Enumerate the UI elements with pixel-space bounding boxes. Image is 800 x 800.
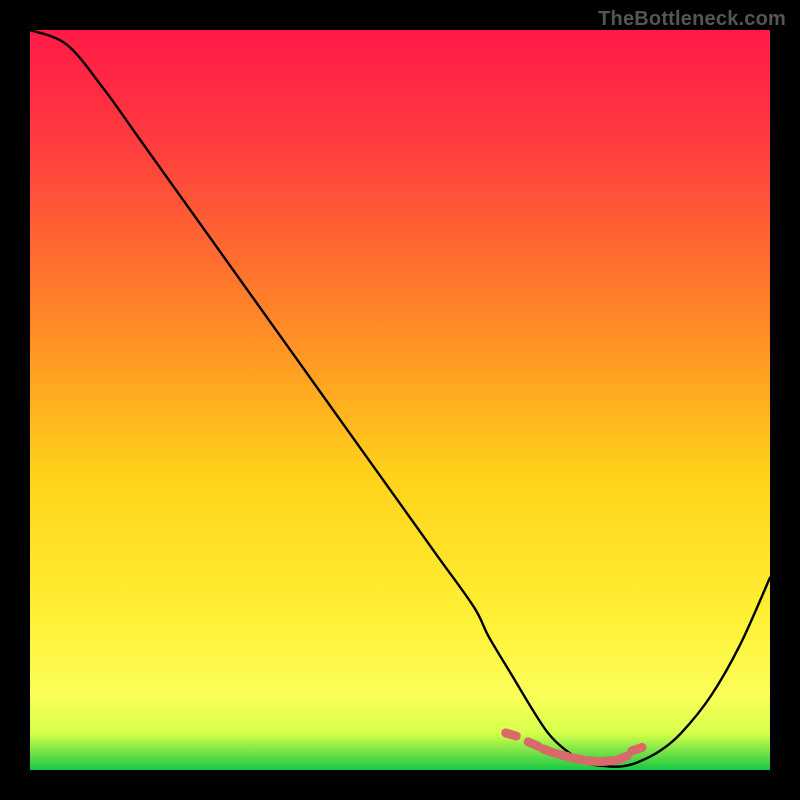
- highlight-marker: [543, 749, 553, 753]
- highlight-marker: [632, 747, 642, 751]
- watermark-label: TheBottleneck.com: [598, 8, 786, 31]
- highlight-marker: [528, 742, 538, 746]
- highlight-marker: [506, 733, 517, 736]
- chart-frame: TheBottleneck.com: [0, 0, 800, 800]
- highlight-marker: [587, 761, 598, 762]
- bottleneck-chart: [30, 30, 770, 770]
- highlight-marker: [558, 754, 569, 757]
- highlight-marker: [572, 758, 583, 760]
- highlight-marker: [602, 761, 613, 762]
- highlight-marker: [617, 756, 627, 760]
